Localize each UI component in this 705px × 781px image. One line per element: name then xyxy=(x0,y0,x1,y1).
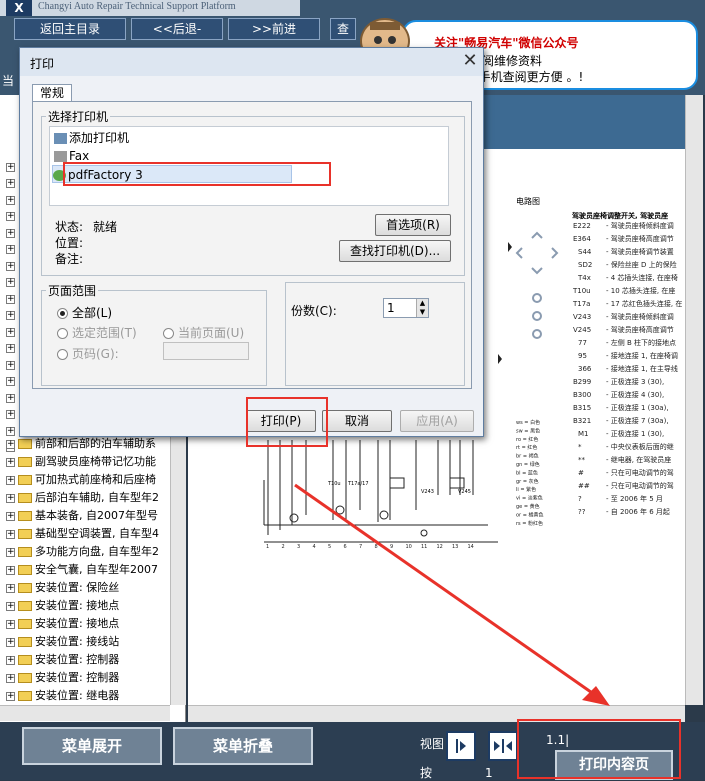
print-dialog: 打印 ✕ 常规 选择打印机 添加打印机 Fax pdfFactory 3 状态:… xyxy=(19,47,484,447)
fit-center-icon xyxy=(494,739,512,753)
location-label: 位置: xyxy=(55,236,84,250)
range-current-radio[interactable]: 当前页面(U) xyxy=(163,324,244,341)
printer-group-label: 选择打印机 xyxy=(48,110,109,124)
page-range-label: 页面范围 xyxy=(48,284,97,298)
fit-page-button[interactable] xyxy=(488,731,518,761)
radio-selected-icon xyxy=(57,308,68,319)
find-printer-button[interactable]: 查找打印机(D)... xyxy=(339,240,451,262)
dialog-title: 打印 xyxy=(30,57,55,71)
radio-icon xyxy=(163,328,174,339)
printer-highlight xyxy=(63,162,331,186)
fax-icon xyxy=(54,151,67,162)
tab-general[interactable]: 常规 xyxy=(32,84,72,102)
dialog-titlebar[interactable] xyxy=(20,48,483,76)
menu-collapse-button[interactable]: 菜单折叠 xyxy=(173,727,313,765)
range-selection-radio[interactable]: 选定范围(T) xyxy=(57,324,137,341)
page-numbers-input[interactable] xyxy=(163,342,249,360)
view-label-partial: 视图 xyxy=(420,737,445,751)
cancel-button[interactable]: 取消 xyxy=(322,410,392,432)
status-value: 就绪 xyxy=(93,220,118,234)
menu-expand-button[interactable]: 菜单展开 xyxy=(22,727,162,765)
copies-group xyxy=(285,282,465,386)
comment-label: 备注: xyxy=(55,252,84,266)
preferences-button[interactable]: 首选项(R) xyxy=(375,214,451,236)
print-button-highlight xyxy=(246,397,328,447)
add-printer-icon xyxy=(54,133,67,144)
radio-icon xyxy=(57,328,68,339)
close-icon[interactable]: ✕ xyxy=(460,52,480,72)
radio-icon xyxy=(57,349,68,360)
range-pages-radio[interactable]: 页码(G): xyxy=(57,345,119,362)
copies-label: 份数(C): xyxy=(291,304,337,318)
fit-width-button[interactable] xyxy=(446,731,476,761)
page-number: 1 xyxy=(485,766,493,780)
status-label: 状态: xyxy=(55,220,84,234)
fit-right-icon xyxy=(456,739,466,753)
copies-spinner[interactable]: ▲ ▼ xyxy=(416,299,428,317)
range-all-radio[interactable]: 全部(L) xyxy=(57,304,112,321)
printer-item-add[interactable]: 添加打印机 xyxy=(54,129,129,147)
print-content-highlight xyxy=(517,719,681,779)
small-label-partial: 按 xyxy=(420,766,433,780)
apply-button[interactable]: 应用(A) xyxy=(400,410,474,432)
dialog-body: 选择打印机 添加打印机 Fax pdfFactory 3 状态: 就绪 位置: … xyxy=(32,101,472,389)
